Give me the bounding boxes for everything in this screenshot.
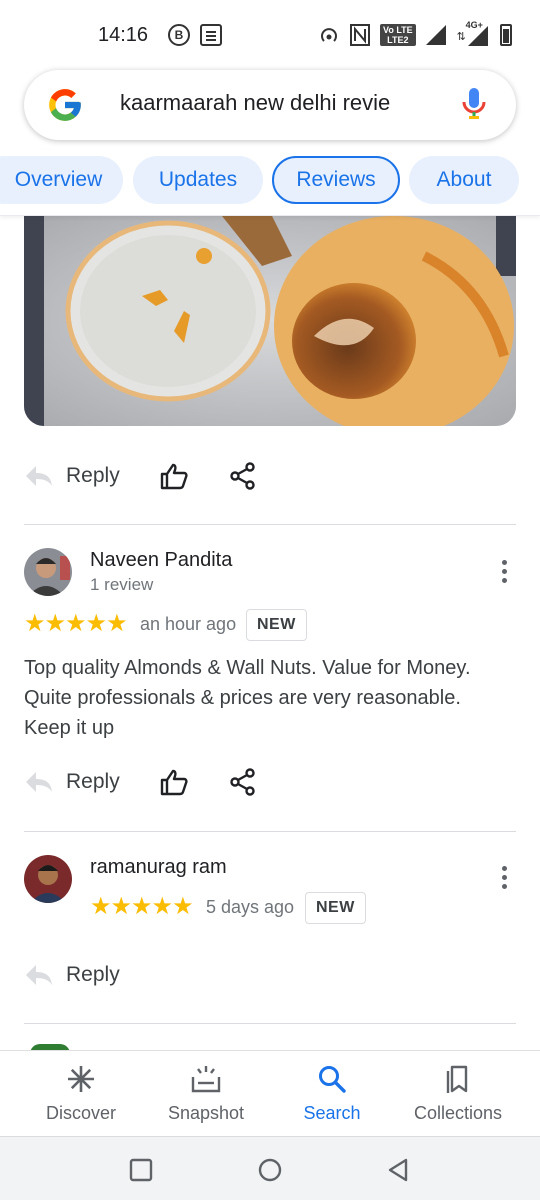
tab-updates[interactable]: Updates: [133, 156, 263, 204]
snapshot-icon: [191, 1066, 221, 1093]
system-navigation-bar: [0, 1136, 540, 1200]
asterisk-icon: [68, 1066, 94, 1092]
reply-icon[interactable]: [24, 770, 54, 794]
back-icon[interactable]: [386, 1157, 412, 1183]
nav-snapshot[interactable]: Snapshot: [136, 1063, 276, 1124]
b-notification-icon: B: [168, 24, 190, 46]
mic-icon[interactable]: [460, 86, 488, 122]
review-time: 5 days ago: [206, 897, 295, 917]
battery-icon: [499, 24, 512, 46]
divider: [24, 524, 516, 525]
review-time: an hour ago: [140, 614, 237, 634]
google-logo-icon: [49, 89, 81, 121]
reviewer-review-count: 1 review: [90, 575, 154, 594]
share-icon[interactable]: [230, 768, 256, 796]
review-actions: Reply: [24, 762, 324, 802]
reply-icon[interactable]: [24, 464, 54, 488]
tab-reviews[interactable]: Reviews: [272, 156, 400, 204]
hotspot-icon: [321, 28, 337, 42]
volte-icon: Vo LTE LTE2: [380, 24, 416, 46]
review-photo[interactable]: [24, 216, 516, 426]
reply-button[interactable]: Reply: [66, 963, 120, 987]
review-text: Top quality Almonds & Wall Nuts. Value f…: [24, 657, 471, 739]
reviewer-name[interactable]: ramanurag ram: [90, 856, 227, 879]
divider: [24, 831, 516, 832]
search-input[interactable]: kaarmaarah new delhi revie: [120, 90, 426, 116]
search-icon: [319, 1066, 346, 1093]
review-photo-image: [24, 216, 516, 426]
reply-icon[interactable]: [24, 963, 54, 987]
review-actions: Reply: [24, 955, 224, 995]
nav-discover[interactable]: Discover: [11, 1063, 151, 1124]
thumbs-up-icon[interactable]: [160, 768, 188, 796]
nav-collections[interactable]: Collections: [388, 1063, 528, 1124]
news-notification-icon: [200, 24, 222, 46]
reply-button[interactable]: Reply: [66, 464, 120, 488]
signal-4g-icon: [467, 26, 488, 46]
status-time: 14:16: [98, 24, 149, 46]
tab-bar: Overview Updates Reviews About: [0, 150, 540, 216]
home-icon[interactable]: [257, 1157, 283, 1183]
more-options-icon[interactable]: [498, 560, 510, 586]
share-icon[interactable]: [230, 462, 256, 490]
tab-overview[interactable]: Overview: [0, 156, 123, 204]
new-badge: NEW: [246, 609, 307, 641]
star-rating: ★★★★★: [90, 893, 194, 920]
recents-icon[interactable]: [128, 1157, 154, 1183]
reviewer-name[interactable]: Naveen Pandita: [90, 549, 232, 572]
bottom-navigation: Discover Snapshot Search Collections: [0, 1050, 540, 1136]
avatar[interactable]: [24, 855, 72, 903]
avatar[interactable]: [24, 548, 72, 596]
new-badge: NEW: [305, 892, 366, 924]
status-bar: 14:16 B Vo LTE LTE2 4G+ ⇅: [0, 0, 540, 70]
review-actions: Reply: [24, 456, 324, 496]
tab-about[interactable]: About: [409, 156, 519, 204]
nav-search[interactable]: Search: [262, 1063, 402, 1124]
nfc-icon: [350, 24, 370, 46]
collections-icon: [446, 1065, 468, 1093]
signal-icon: [425, 25, 446, 45]
star-rating: ★★★★★: [24, 610, 128, 637]
divider: [24, 1023, 516, 1024]
more-options-icon[interactable]: [498, 866, 510, 892]
reply-button[interactable]: Reply: [66, 770, 120, 794]
thumbs-up-icon[interactable]: [160, 462, 188, 490]
